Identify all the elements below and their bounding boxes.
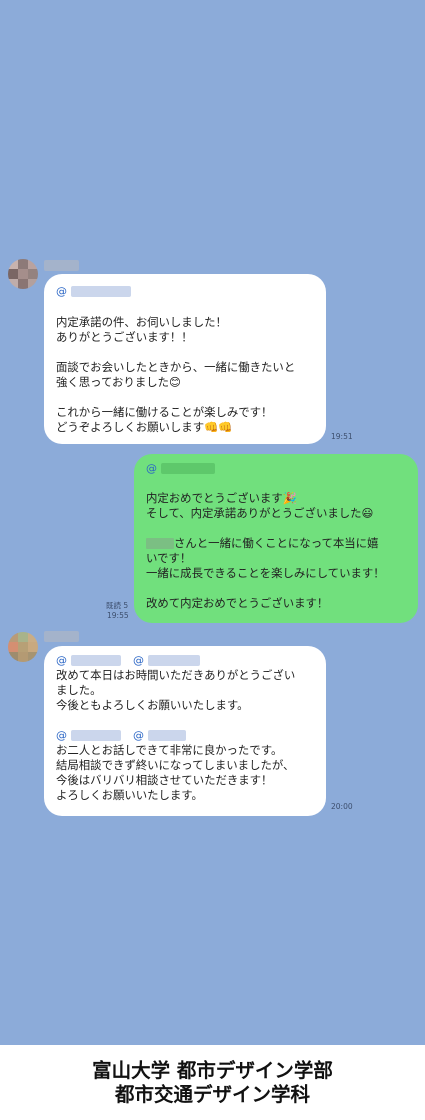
fist-emoji: 👊👊 <box>204 420 233 434</box>
avatar[interactable] <box>8 259 38 289</box>
mention[interactable]: @ @ <box>56 728 314 743</box>
caption-line-1: 富山大学 都市デザイン学部 <box>92 1058 333 1082</box>
message-bubble[interactable]: @ 内定承諾の件、お伺いしました！ ありがとうございます！！ 面談でお会いしたと… <box>44 274 326 444</box>
sender-name <box>44 631 79 642</box>
smile-emoji: 😊 <box>169 375 181 389</box>
party-emoji: 🎉 <box>282 491 297 505</box>
mention[interactable]: @ @ <box>56 653 314 668</box>
timestamp: 19:51 <box>331 432 353 441</box>
message-bubble[interactable]: @ @ 改めて本日はお時間いただきありがとうござい ました。 今後ともよろしくお… <box>44 646 326 816</box>
avatar[interactable] <box>8 632 38 662</box>
mention[interactable]: @ <box>146 461 406 476</box>
timestamp: 19:55 <box>107 611 129 620</box>
sender-name <box>44 260 79 271</box>
mention[interactable]: @ <box>56 284 314 299</box>
grin-emoji: 😃 <box>361 506 374 520</box>
message-text: 改めて本日はお時間いただきありがとうござい ました。 今後ともよろしくお願いいた… <box>56 668 296 712</box>
chat-area[interactable]: @ 内定承諾の件、お伺いしました！ ありがとうございます！！ 面談でお会いしたと… <box>0 0 425 1045</box>
message-bubble[interactable]: @ 内定おめでとうございます🎉 そして、内定承諾ありがとうございました😃 さんと… <box>134 454 418 623</box>
caption-footer: 富山大学 都市デザイン学部 都市交通デザイン学科 <box>0 1045 425 1120</box>
read-status: 既読 5 <box>106 601 129 610</box>
timestamp: 20:00 <box>331 802 353 811</box>
message-text: 内定おめでとうございます🎉 そして、内定承諾ありがとうございました😃 さんと一緒… <box>146 491 385 610</box>
caption-line-2: 都市交通デザイン学科 <box>114 1082 310 1106</box>
message-text: お二人とお話しできて非常に良かったです。 結局相談できず終いになってしまいました… <box>56 743 295 802</box>
message-text: 内定承諾の件、お伺いしました！ ありがとうございます！！ 面談でお会いしたときか… <box>56 315 296 434</box>
